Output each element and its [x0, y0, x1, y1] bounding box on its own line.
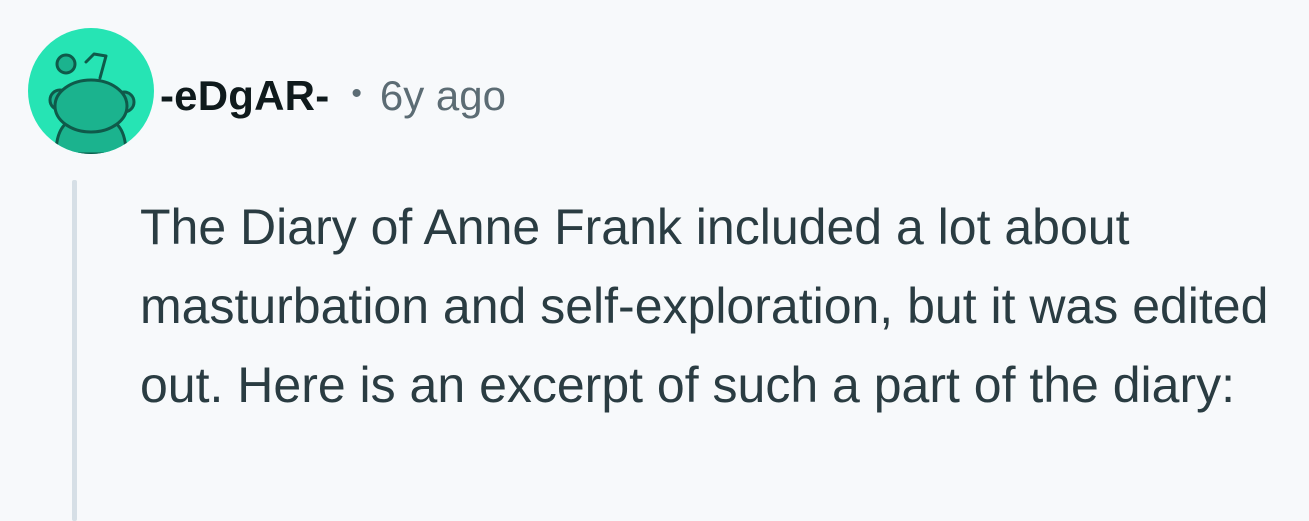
reddit-snoo-avatar-icon — [48, 52, 136, 154]
comment: -eDgAR- • 6y ago The Diary of Anne Frank… — [0, 0, 1309, 521]
timestamp[interactable]: 6y ago — [380, 72, 506, 120]
username-link[interactable]: -eDgAR- — [160, 72, 329, 120]
comment-meta: -eDgAR- • 6y ago — [160, 66, 506, 126]
separator-dot: • — [351, 77, 362, 110]
thread-line[interactable] — [72, 180, 77, 521]
comment-body: The Diary of Anne Frank included a lot a… — [140, 199, 1269, 413]
avatar[interactable] — [28, 28, 154, 154]
